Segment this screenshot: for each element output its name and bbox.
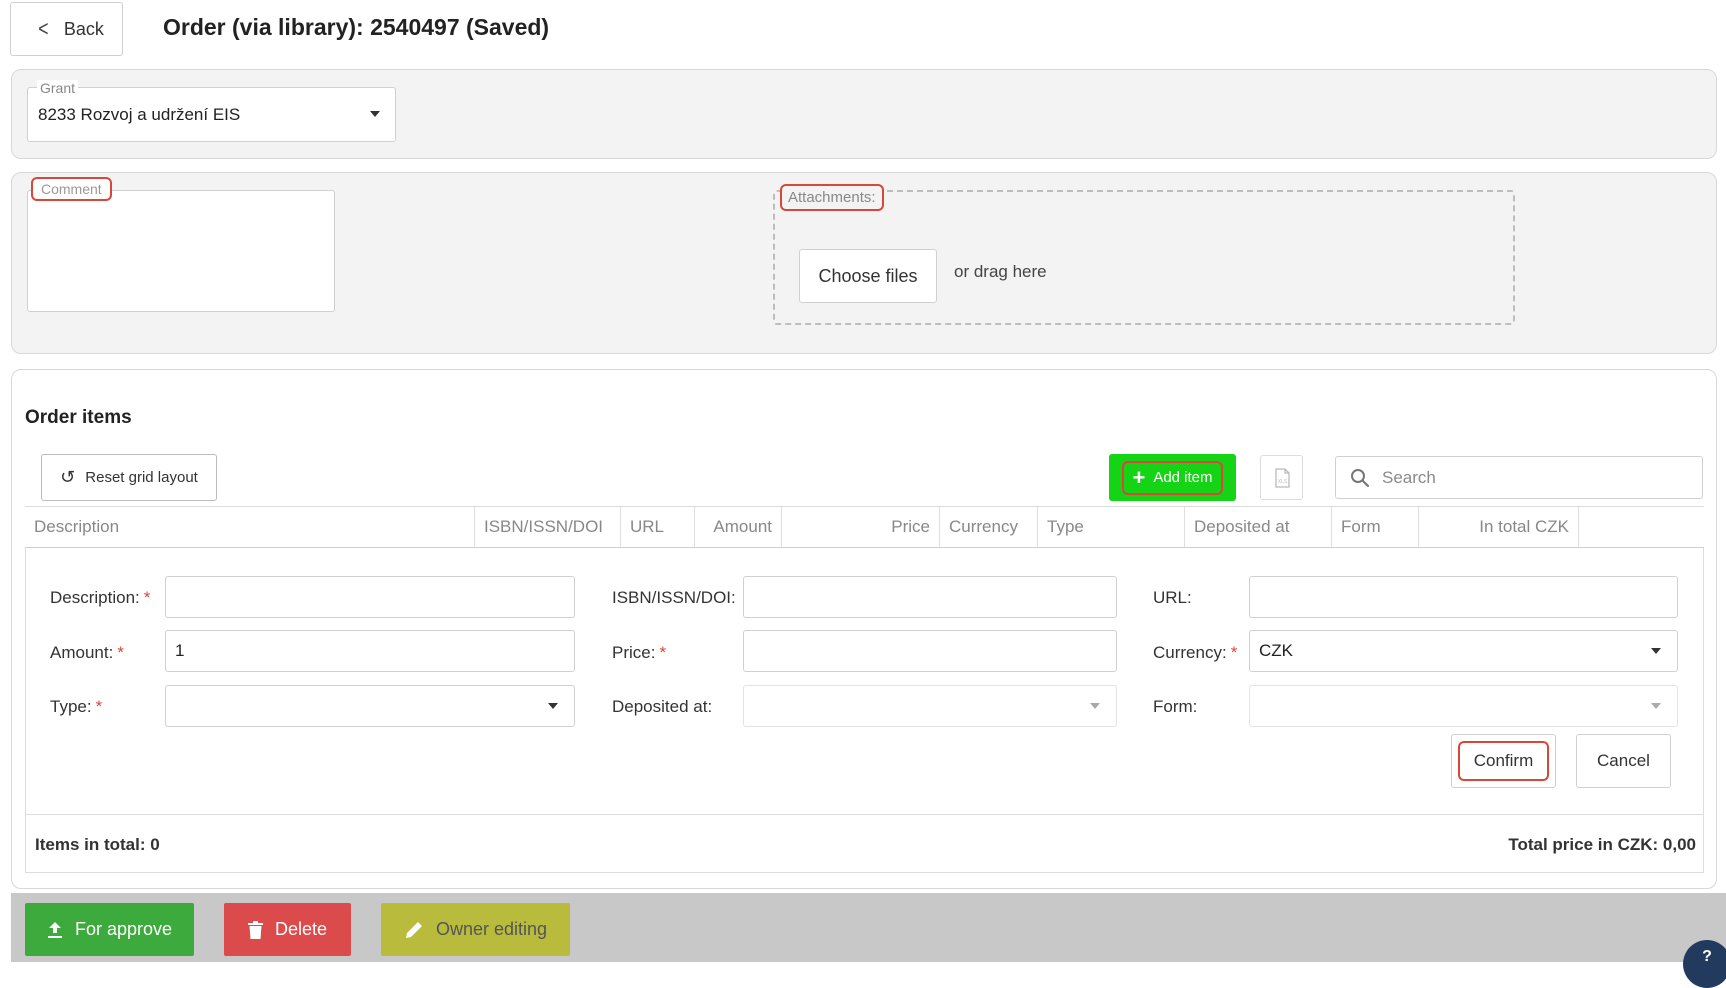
- chevron-down-icon: [548, 703, 558, 709]
- for-approve-button[interactable]: For approve: [25, 903, 194, 956]
- form-select[interactable]: [1249, 685, 1678, 727]
- add-item-button[interactable]: + Add item: [1109, 454, 1236, 501]
- undo-icon: ↺: [60, 467, 76, 487]
- reset-grid-label: Reset grid layout: [85, 469, 198, 486]
- column-header-isbn[interactable]: ISBN/ISSN/DOI: [475, 507, 621, 547]
- back-label: Back: [63, 18, 104, 39]
- currency-value: CZK: [1259, 641, 1293, 660]
- chevron-down-icon: [1651, 648, 1661, 654]
- currency-label: Currency: *: [1153, 643, 1238, 662]
- cancel-button[interactable]: Cancel: [1576, 734, 1671, 788]
- export-excel-button[interactable]: XLS: [1260, 455, 1303, 500]
- trash-icon: [247, 920, 263, 939]
- choose-files-button[interactable]: Choose files: [799, 249, 937, 303]
- price-label: Price: *: [612, 643, 667, 662]
- grant-value: 8233 Rozvoj a udržení EIS: [38, 105, 241, 124]
- amount-input[interactable]: 1: [165, 630, 575, 672]
- type-select[interactable]: [165, 685, 575, 727]
- for-approve-label: For approve: [74, 919, 173, 939]
- delete-button[interactable]: Delete: [224, 903, 351, 956]
- isbn-input[interactable]: [743, 576, 1117, 618]
- deposited-select[interactable]: [743, 685, 1117, 727]
- reset-grid-layout-button[interactable]: ↺ Reset grid layout: [41, 454, 217, 501]
- column-header-amount[interactable]: Amount: [695, 507, 782, 547]
- type-label: Type: *: [50, 697, 103, 716]
- chevron-down-icon: [1090, 703, 1100, 709]
- isbn-label: ISBN/ISSN/DOI:: [612, 588, 736, 607]
- owner-editing-label: Owner editing: [435, 919, 548, 939]
- description-label: Description: *: [50, 588, 151, 607]
- pencil-icon: [404, 920, 424, 940]
- column-header-form[interactable]: Form: [1332, 507, 1419, 547]
- column-header-url[interactable]: URL: [621, 507, 695, 547]
- excel-icon-text: XLS: [1277, 479, 1287, 485]
- confirm-button[interactable]: Confirm: [1451, 734, 1556, 788]
- url-input[interactable]: [1249, 576, 1678, 618]
- description-input[interactable]: [165, 576, 575, 618]
- back-button[interactable]: < Back: [10, 2, 123, 56]
- total-price: Total price in CZK: 0,00: [1508, 835, 1696, 854]
- comment-textarea[interactable]: [27, 190, 335, 312]
- column-header-type[interactable]: Type: [1038, 507, 1185, 547]
- chevron-down-icon: [370, 111, 380, 117]
- price-input[interactable]: [743, 630, 1117, 672]
- order-items-title: Order items: [25, 407, 132, 428]
- chevron-left-icon: <: [38, 16, 49, 41]
- search-input[interactable]: [1382, 467, 1682, 488]
- page-title: Order (via library): 2540497 (Saved): [163, 14, 550, 40]
- column-header-currency[interactable]: Currency: [940, 507, 1038, 547]
- column-header-deposited[interactable]: Deposited at: [1185, 507, 1332, 547]
- add-item-label: Add item: [1153, 469, 1213, 486]
- delete-label: Delete: [274, 919, 328, 939]
- column-header-description[interactable]: Description: [25, 507, 475, 547]
- search-icon: [1351, 468, 1370, 487]
- items-total: Items in total: 0: [35, 835, 160, 854]
- form-label: Form:: [1153, 697, 1198, 716]
- grid-footer: [25, 814, 1704, 873]
- grant-legend: Grant: [37, 80, 79, 96]
- column-header-price[interactable]: Price: [782, 507, 940, 547]
- currency-select[interactable]: CZK: [1249, 630, 1678, 672]
- comment-legend: Comment: [31, 177, 112, 201]
- confirm-label: Confirm: [1457, 741, 1550, 781]
- search-box[interactable]: [1335, 456, 1703, 499]
- upload-icon: [47, 921, 63, 939]
- url-label: URL:: [1153, 588, 1192, 607]
- amount-label: Amount: *: [50, 643, 124, 662]
- grid-header: Description ISBN/ISSN/DOI URL Amount Pri…: [25, 506, 1704, 548]
- attachments-legend: Attachments:: [780, 184, 884, 211]
- deposited-label: Deposited at:: [612, 697, 713, 716]
- column-header-total[interactable]: In total CZK: [1419, 507, 1579, 547]
- plus-icon: +: [1132, 464, 1146, 490]
- excel-export-icon: XLS: [1274, 467, 1290, 488]
- drag-hint: or drag here: [954, 262, 1047, 281]
- owner-editing-button[interactable]: Owner editing: [381, 903, 570, 956]
- help-icon[interactable]: ?: [1683, 940, 1726, 988]
- chevron-down-icon: [1651, 703, 1661, 709]
